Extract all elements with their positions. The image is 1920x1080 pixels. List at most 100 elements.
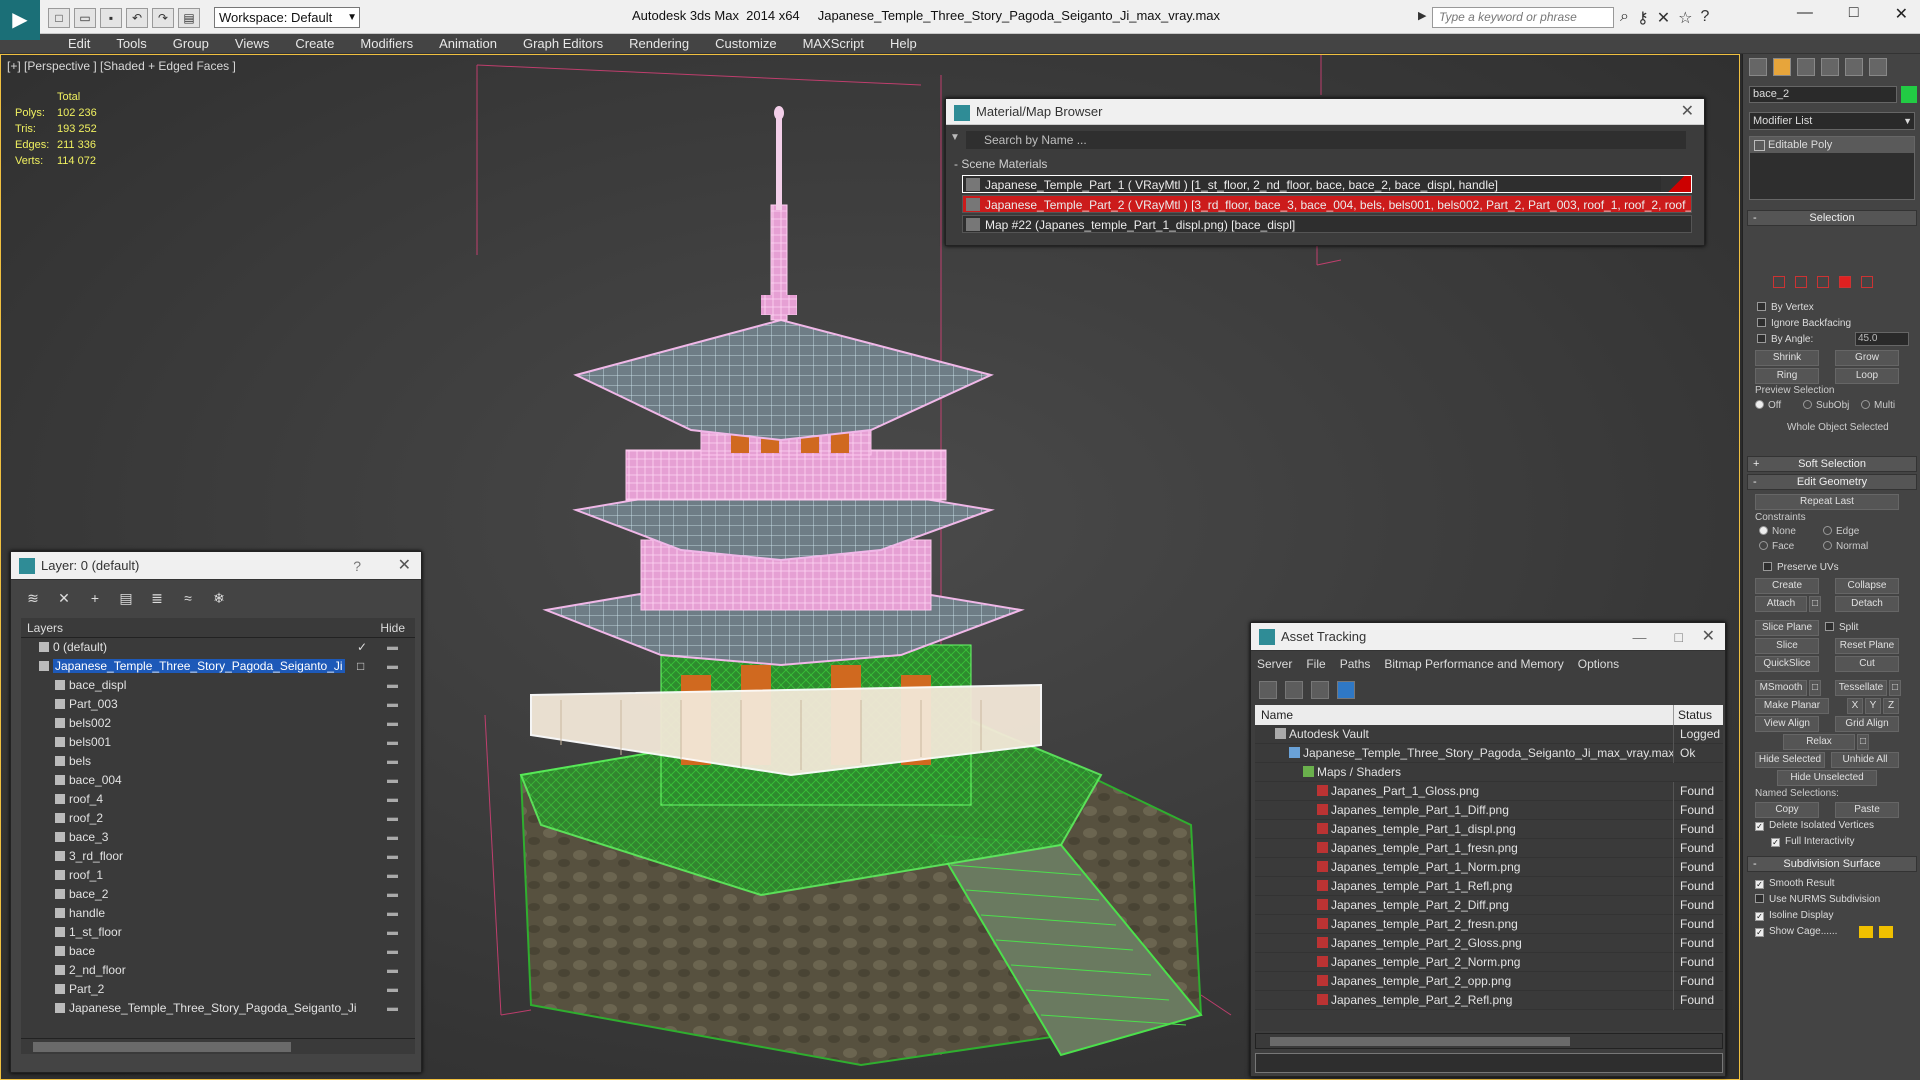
asset-row[interactable]: Japanes_temple_Part_2_opp.png Found [1255, 972, 1723, 991]
preserve-uvs-checkbox[interactable]: Preserve UVs [1763, 562, 1839, 573]
hide-toggle[interactable]: ▬ [387, 771, 398, 790]
planar-y-button[interactable]: Y [1865, 698, 1881, 714]
hide-all-icon[interactable]: ≈ [178, 588, 198, 608]
layer-row[interactable]: handle ▬ [21, 904, 415, 923]
relax-button[interactable]: Relax [1783, 734, 1855, 750]
constraint-edge-radio[interactable]: Edge [1823, 526, 1859, 537]
full-interactivity-checkbox[interactable]: ✓ Full Interactivity [1771, 836, 1854, 847]
asset-row[interactable]: Japanes_temple_Part_1_fresn.png Found [1255, 839, 1723, 858]
viewport-label[interactable]: [+] [Perspective ] [Shaded + Edged Faces… [7, 59, 236, 73]
repeat-last-button[interactable]: Repeat Last [1755, 494, 1899, 510]
save-file-icon[interactable]: ▪ [100, 8, 122, 28]
infocenter-search-input[interactable]: Type a keyword or phrase [1432, 7, 1614, 28]
soft-selection-rollout[interactable]: + Soft Selection [1747, 456, 1917, 472]
binoculars-icon[interactable]: ⌕ [1620, 8, 1629, 28]
maximize-icon[interactable]: □ [1675, 623, 1683, 651]
constraint-none-radio[interactable]: None [1759, 526, 1796, 537]
preview-off-radio[interactable]: Off [1755, 400, 1781, 411]
create-tab-icon[interactable] [1749, 58, 1767, 76]
layer-row[interactable]: bace_2 ▬ [21, 885, 415, 904]
subdivision-surface-rollout[interactable]: - Subdivision Surface [1747, 856, 1917, 872]
menu-views[interactable]: Views [222, 34, 282, 54]
redo-icon[interactable]: ↷ [152, 8, 174, 28]
hide-toggle[interactable]: ▬ [387, 676, 398, 695]
list-view-icon[interactable] [1285, 681, 1303, 699]
ring-button[interactable]: Ring [1755, 368, 1819, 384]
hide-selected-button[interactable]: Hide Selected [1755, 752, 1825, 768]
hide-toggle[interactable]: ▬ [387, 999, 398, 1018]
layer-horizontal-scrollbar[interactable] [21, 1038, 415, 1054]
tessellate-settings-icon[interactable]: □ [1889, 680, 1901, 696]
asset-tracking-titlebar[interactable]: Asset Tracking — □ ✕ [1251, 623, 1725, 651]
material-search-input[interactable]: Search by Name ... [966, 131, 1686, 149]
layer-row[interactable]: bace_004 ▬ [21, 771, 415, 790]
slice-button[interactable]: Slice [1755, 638, 1819, 654]
cut-button[interactable]: Cut [1835, 656, 1899, 672]
hide-toggle[interactable]: ▬ [387, 695, 398, 714]
menu-create[interactable]: Create [282, 34, 347, 54]
layer-row[interactable]: Japanese_Temple_Three_Story_Pagoda_Seiga… [21, 999, 415, 1018]
hide-toggle[interactable]: ▬ [387, 904, 398, 923]
search-expand-icon[interactable]: ▶ [1418, 9, 1426, 22]
layer-row[interactable]: bace_3 ▬ [21, 828, 415, 847]
minimize-icon[interactable]: — [1633, 623, 1647, 651]
layer-row[interactable]: 3_rd_floor ▬ [21, 847, 415, 866]
grow-button[interactable]: Grow [1835, 350, 1899, 366]
help-icon[interactable]: ? [353, 552, 361, 580]
refresh-icon[interactable] [1259, 681, 1277, 699]
hide-toggle[interactable]: ▬ [387, 866, 398, 885]
menu-modifiers[interactable]: Modifiers [347, 34, 426, 54]
asset-row[interactable]: Japanes_temple_Part_2_Gloss.png Found [1255, 934, 1723, 953]
by-vertex-checkbox[interactable]: By Vertex [1757, 302, 1814, 313]
menu-rendering[interactable]: Rendering [616, 34, 702, 54]
hide-toggle[interactable]: ▬ [387, 980, 398, 999]
close-icon[interactable]: ✕ [1702, 623, 1715, 651]
tessellate-button[interactable]: Tessellate [1835, 680, 1887, 696]
thumbnail-view-icon[interactable] [1311, 681, 1329, 699]
help-icon[interactable]: ? [1700, 8, 1709, 28]
border-icon[interactable] [1817, 276, 1829, 288]
scene-materials-section[interactable]: - Scene Materials [954, 157, 1047, 171]
column-status[interactable]: Status [1673, 705, 1712, 725]
asset-row[interactable]: Japanes_temple_Part_1_displ.png Found [1255, 820, 1723, 839]
menu-graph-editors[interactable]: Graph Editors [510, 34, 616, 54]
scrollbar-thumb[interactable] [33, 1042, 291, 1052]
modify-tab-icon[interactable] [1773, 58, 1791, 76]
layer-row[interactable]: Part_003 ▬ [21, 695, 415, 714]
preview-subobj-radio[interactable]: SubObj [1803, 400, 1849, 411]
attach-button[interactable]: Attach [1755, 596, 1807, 612]
close-icon[interactable]: ✕ [398, 552, 411, 580]
hide-toggle[interactable]: ▬ [387, 790, 398, 809]
menu-bitmap-performance[interactable]: Bitmap Performance and Memory [1384, 657, 1563, 671]
layer-row[interactable]: bels001 ▬ [21, 733, 415, 752]
menu-group[interactable]: Group [160, 34, 222, 54]
asset-row[interactable]: Japanes_temple_Part_1_Norm.png Found [1255, 858, 1723, 877]
menu-customize[interactable]: Customize [702, 34, 789, 54]
hide-toggle[interactable]: ▬ [387, 847, 398, 866]
hide-toggle[interactable]: ▬ [387, 923, 398, 942]
preview-multi-radio[interactable]: Multi [1861, 400, 1895, 411]
create-button[interactable]: Create [1755, 578, 1819, 594]
angle-spinner[interactable]: 45.0 [1855, 332, 1909, 346]
layer-row[interactable]: Japanese_Temple_Three_Story_Pagoda_Seiga… [21, 657, 415, 676]
view-align-button[interactable]: View Align [1755, 716, 1819, 732]
cage-selection-color-swatch[interactable] [1879, 926, 1893, 938]
asset-row[interactable]: Japanes_temple_Part_2_Refl.png Found [1255, 991, 1723, 1010]
vertex-icon[interactable] [1773, 276, 1785, 288]
layer-row[interactable]: Part_2 ▬ [21, 980, 415, 999]
hide-toggle[interactable]: ▬ [387, 828, 398, 847]
asset-row[interactable]: Maps / Shaders [1255, 763, 1723, 782]
object-color-swatch[interactable] [1901, 86, 1917, 103]
hide-toggle[interactable]: ▬ [387, 657, 398, 676]
asset-horizontal-scrollbar[interactable] [1255, 1033, 1723, 1049]
ignore-backfacing-checkbox[interactable]: Ignore Backfacing [1757, 318, 1851, 329]
object-name-field[interactable]: bace_2 [1749, 86, 1897, 103]
layer-row[interactable]: roof_4 ▬ [21, 790, 415, 809]
layer-row[interactable]: 1_st_floor ▬ [21, 923, 415, 942]
shrink-button[interactable]: Shrink [1755, 350, 1819, 366]
paste-button[interactable]: Paste [1835, 802, 1899, 818]
material-browser-titlebar[interactable]: Material/Map Browser ✕ [946, 99, 1704, 125]
attach-settings-icon[interactable]: □ [1809, 596, 1821, 612]
table-view-icon[interactable] [1337, 681, 1355, 699]
maximize-icon[interactable]: □ [1849, 4, 1859, 24]
